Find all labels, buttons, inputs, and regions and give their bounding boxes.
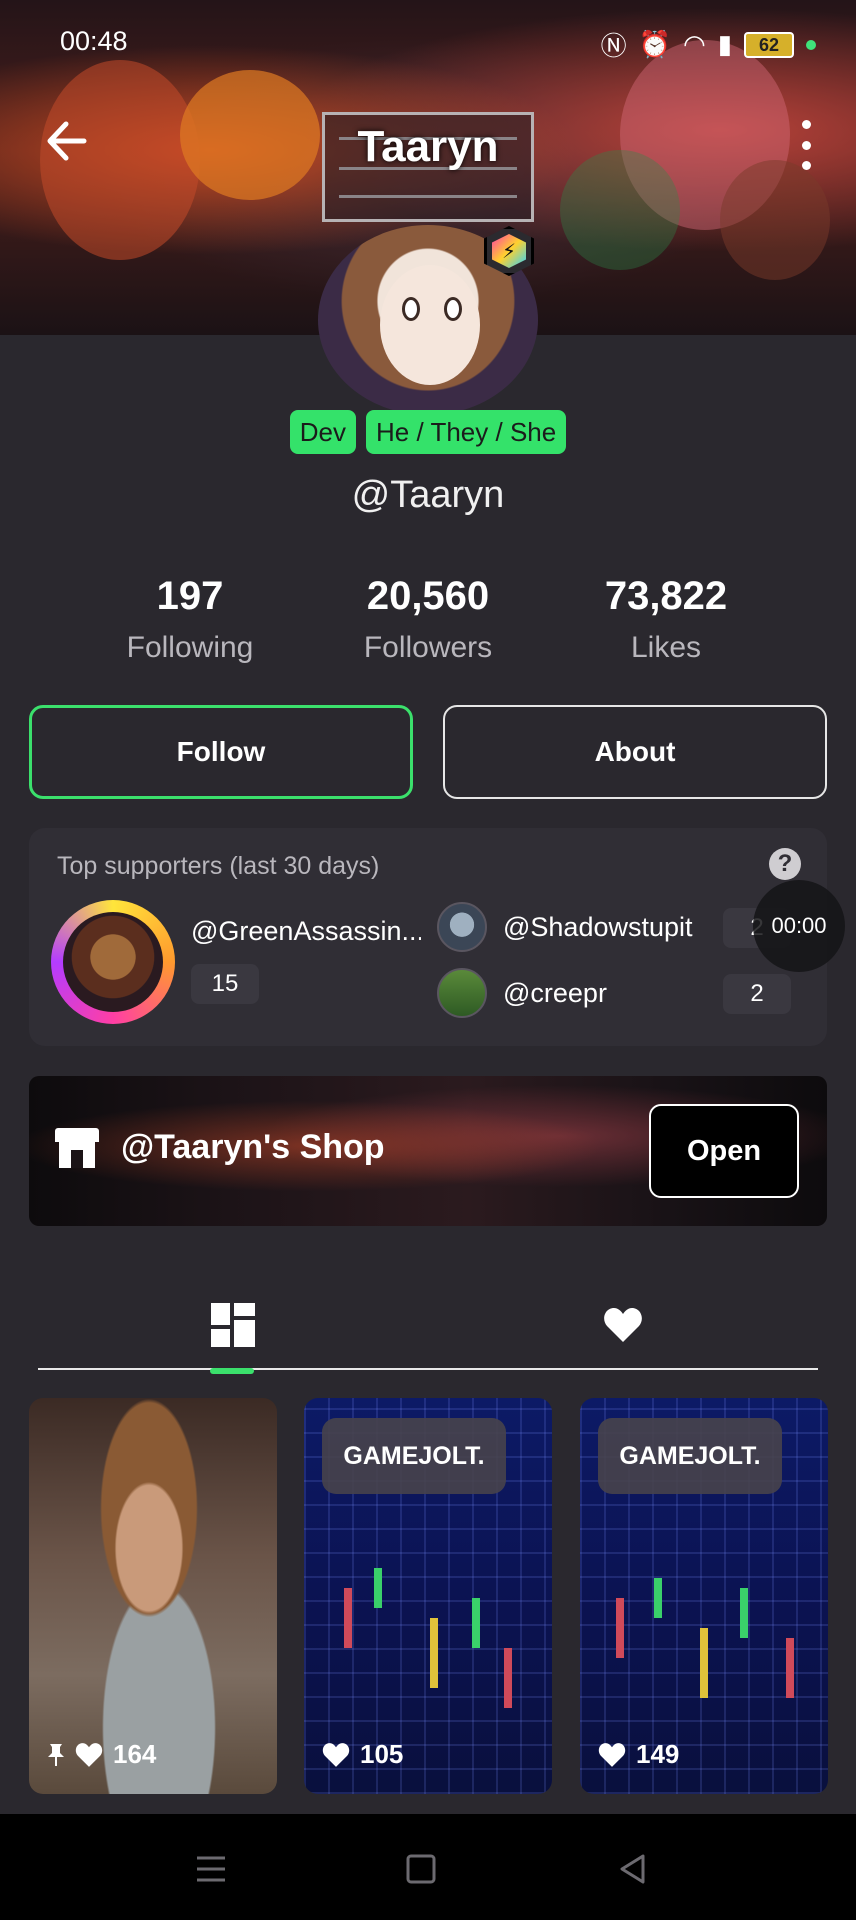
supporter-avatar[interactable] — [437, 968, 487, 1018]
heart-icon — [75, 1742, 103, 1767]
stat-following[interactable]: 197 Following — [70, 574, 310, 665]
stat-label: Likes — [630, 631, 702, 664]
stat-label: Followers — [363, 631, 493, 664]
home-icon[interactable] — [396, 1844, 446, 1894]
help-icon[interactable]: ? — [769, 848, 801, 880]
heart-icon — [322, 1742, 350, 1767]
top-supporter-name[interactable]: @GreenAssassin... — [191, 916, 421, 947]
post-likes: 105 — [360, 1739, 404, 1769]
follow-button[interactable]: Follow — [29, 705, 413, 799]
post-meta: 164 — [47, 1739, 156, 1770]
top-supporter-avatar[interactable] — [51, 900, 175, 1024]
pin-icon — [48, 1743, 64, 1766]
shop-banner[interactable]: @Taaryn's Shop Open — [29, 1076, 827, 1226]
signal-icon: ▮ — [717, 29, 732, 59]
tab-likes[interactable] — [428, 1280, 818, 1370]
stat-value: 20,560 — [366, 574, 490, 618]
top-supporters-card: Top supporters (last 30 days) ? @GreenAs… — [29, 828, 827, 1046]
supporter-count: 2 — [723, 974, 791, 1014]
post-label: GAMEJOLT. — [598, 1418, 782, 1494]
post-card[interactable]: GAMEJOLT. 105 — [304, 1398, 552, 1794]
shop-icon — [55, 1128, 99, 1168]
tag-pronouns: He / They / She — [366, 410, 567, 454]
back-triangle-icon[interactable] — [608, 1844, 658, 1894]
wifi-icon: ◠ — [683, 29, 706, 59]
top-supporter-count: 15 — [191, 964, 259, 1004]
supporter-name[interactable]: @Shadowstupit — [503, 912, 693, 943]
post-likes: 164 — [113, 1739, 157, 1769]
post-likes: 149 — [636, 1739, 680, 1769]
post-label: GAMEJOLT. — [322, 1418, 506, 1494]
page-title: Taaryn — [357, 122, 499, 171]
supporter-name[interactable]: @creepr — [503, 978, 607, 1009]
tab-posts[interactable] — [38, 1280, 428, 1374]
post-meta: 105 — [322, 1739, 403, 1770]
post-meta: 149 — [598, 1739, 679, 1770]
shop-name: @Taaryn's Shop — [121, 1128, 385, 1166]
stat-label: Following — [126, 631, 254, 664]
status-icons: Ⓝ ⏰ ◠ ▮ 62 — [601, 26, 816, 63]
stat-value: 197 — [156, 574, 224, 618]
tag-dev: Dev — [289, 410, 357, 454]
post-card[interactable]: 164 — [29, 1398, 277, 1794]
more-options-icon[interactable] — [796, 120, 816, 170]
profile-tabs — [38, 1280, 818, 1374]
stat-followers[interactable]: 20,560 Followers — [308, 574, 548, 665]
shop-open-button[interactable]: Open — [649, 1104, 799, 1198]
heart-icon — [604, 1308, 642, 1342]
nfc-icon: Ⓝ — [600, 31, 627, 61]
system-nav-bar — [0, 1814, 856, 1920]
recording-timer[interactable]: 00:00 — [753, 880, 845, 972]
status-bar: 00:48 Ⓝ ⏰ ◠ ▮ 62 — [0, 0, 856, 80]
supporter-avatar[interactable] — [437, 902, 487, 952]
about-button[interactable]: About — [443, 705, 827, 799]
supporters-title: Top supporters (last 30 days) — [57, 852, 380, 880]
profile-handle: @Taaryn — [351, 474, 505, 516]
menu-icon[interactable] — [186, 1844, 236, 1894]
status-time: 00:48 — [60, 26, 128, 56]
stat-likes[interactable]: 73,822 Likes — [546, 574, 786, 665]
heart-icon — [598, 1742, 626, 1767]
post-card[interactable]: GAMEJOLT. 149 — [580, 1398, 828, 1794]
privacy-dot-icon — [806, 39, 816, 50]
stat-value: 73,822 — [604, 574, 728, 618]
grid-icon — [211, 1303, 255, 1347]
alarm-icon: ⏰ — [638, 29, 671, 59]
battery-icon: 62 — [744, 31, 794, 58]
tab-active-indicator — [210, 1368, 254, 1374]
profile-tags: Dev He / They / She — [0, 410, 856, 454]
